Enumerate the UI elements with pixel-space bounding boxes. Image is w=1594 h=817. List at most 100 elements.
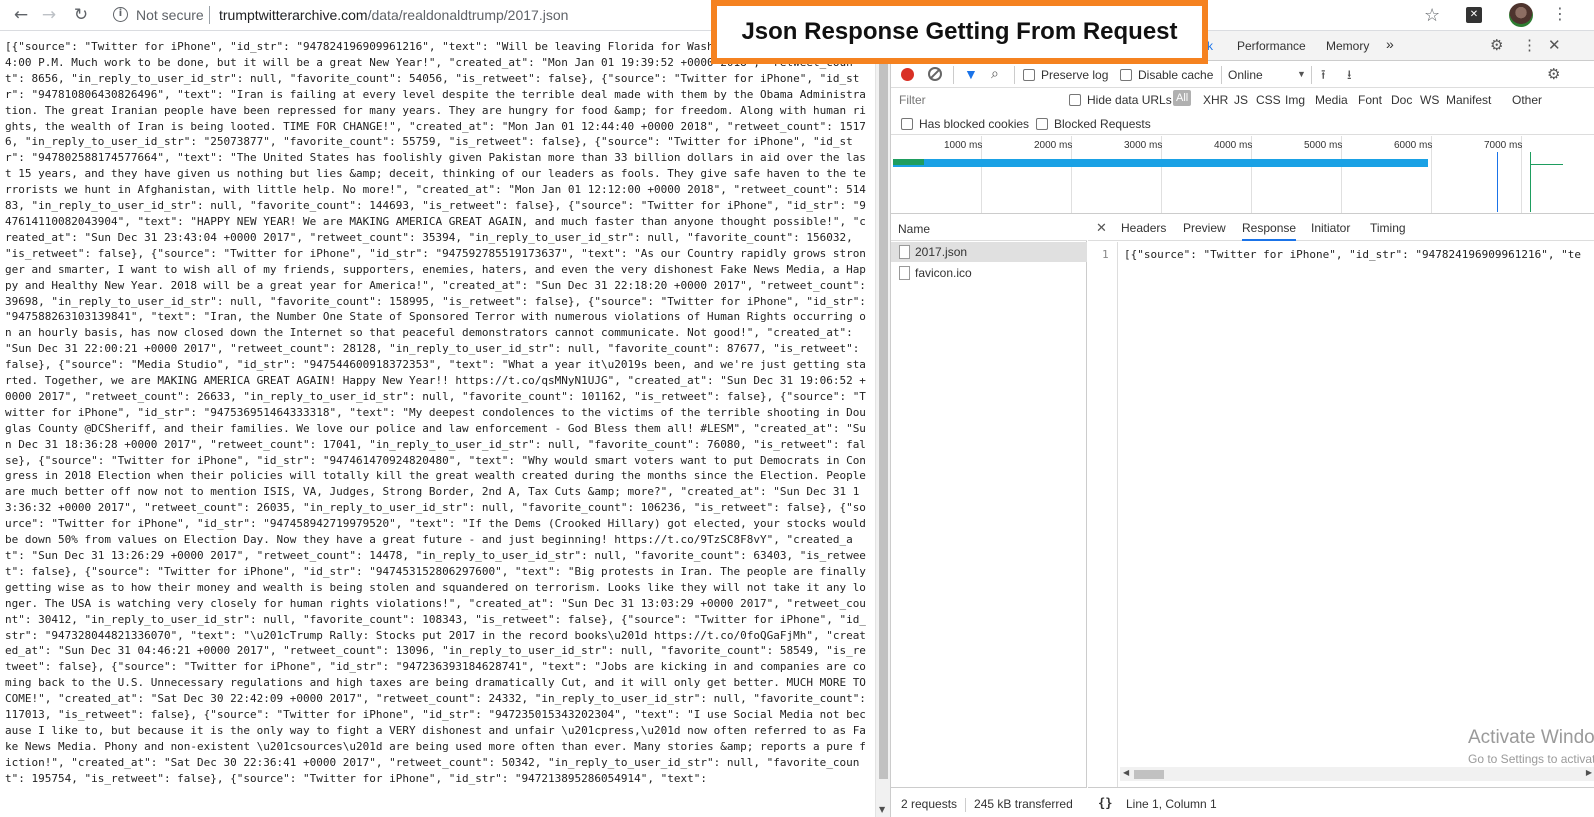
watermark-title: Activate Windows xyxy=(1468,727,1594,748)
info-icon[interactable]: i xyxy=(113,7,128,22)
line-gutter: 1 xyxy=(1088,242,1118,787)
detail-tabbar: ✕ Headers Preview Response Initiator Tim… xyxy=(1088,215,1594,241)
forward-button[interactable]: → xyxy=(38,4,60,26)
request-detail: ✕ Headers Preview Response Initiator Tim… xyxy=(1088,215,1594,787)
star-icon[interactable]: ☆ xyxy=(1424,5,1440,26)
type-filter-media[interactable]: Media xyxy=(1315,93,1348,107)
close-detail-icon[interactable]: ✕ xyxy=(1096,220,1107,236)
status-divider xyxy=(965,797,967,812)
export-har-icon[interactable]: ⭳ xyxy=(1347,66,1352,88)
request-row[interactable]: 2017.json xyxy=(891,242,1087,262)
tab-timing[interactable]: Timing xyxy=(1370,221,1406,235)
request-list: Name 2017.json favicon.ico xyxy=(891,215,1087,787)
tab-initiator[interactable]: Initiator xyxy=(1311,221,1350,235)
type-filter-font[interactable]: Font xyxy=(1358,93,1382,107)
network-settings-gear-icon[interactable]: ⚙ xyxy=(1547,65,1560,83)
extension-icon[interactable]: ✕ xyxy=(1466,7,1482,23)
toolbar-divider xyxy=(1221,66,1222,84)
timeline-label: 7000 ms xyxy=(1484,140,1523,151)
type-filter-manifest[interactable]: Manifest xyxy=(1446,93,1491,107)
windows-watermark: Activate Windows Go to Settings to activ… xyxy=(1468,727,1594,766)
preserve-log-label: Preserve log xyxy=(1041,68,1109,82)
reload-button[interactable]: ↻ xyxy=(70,4,92,26)
hide-data-urls-label: Hide data URLs xyxy=(1087,93,1172,107)
banner-text: Json Response Getting From Request xyxy=(717,6,1202,58)
tab-preview[interactable]: Preview xyxy=(1183,221,1226,235)
disable-cache-label: Disable cache xyxy=(1138,68,1214,82)
timeline-label: 1000 ms xyxy=(944,140,983,151)
avatar[interactable] xyxy=(1509,3,1533,27)
chevron-down-icon[interactable]: ▼ xyxy=(1297,69,1306,79)
scrollbar-thumb[interactable] xyxy=(1134,770,1164,779)
type-filter-xhr[interactable]: XHR xyxy=(1203,93,1228,107)
request-count: 2 requests xyxy=(901,797,958,811)
timeline-request-bar xyxy=(893,159,1428,167)
url-domain: trumptwitterarchive.com xyxy=(219,7,368,23)
timeline-label: 6000 ms xyxy=(1394,140,1433,151)
address-bar[interactable]: trumptwitterarchive.com/data/realdonaldt… xyxy=(219,7,568,23)
tab-headers[interactable]: Headers xyxy=(1121,221,1166,235)
search-icon[interactable]: ⌕ xyxy=(991,65,999,82)
annotation-banner: Json Response Getting From Request xyxy=(711,0,1208,64)
toolbar-divider xyxy=(1311,66,1312,84)
request-name: 2017.json xyxy=(915,245,968,259)
json-body: [{"source": "Twitter for iPhone", "id_st… xyxy=(5,40,866,785)
preserve-log-checkbox[interactable] xyxy=(1023,69,1035,81)
line-number: 1 xyxy=(1102,248,1109,261)
menu-icon[interactable]: ⋮ xyxy=(1552,4,1568,23)
type-filter-css[interactable]: CSS xyxy=(1256,93,1281,107)
close-devtools-icon[interactable]: ✕ xyxy=(1548,36,1561,54)
network-toolbar: ▼ ⌕ Preserve log Disable cache Online ▼ … xyxy=(891,62,1594,88)
clear-icon[interactable] xyxy=(928,67,942,81)
response-text[interactable]: [{"source": "Twitter for iPhone", "id_st… xyxy=(1124,248,1594,261)
name-column-header[interactable]: Name xyxy=(891,215,1087,241)
pretty-print-icon[interactable]: {} xyxy=(1098,796,1112,810)
blocked-filter-bar: Has blocked cookies Blocked Requests xyxy=(891,113,1594,135)
blocked-requests-label: Blocked Requests xyxy=(1054,117,1151,131)
transferred-size: 245 kB transferred xyxy=(974,797,1073,811)
back-button[interactable]: ← xyxy=(10,4,32,26)
tab-memory[interactable]: Memory xyxy=(1326,39,1369,53)
disable-cache-checkbox[interactable] xyxy=(1120,69,1132,81)
scroll-left-icon[interactable]: ◀ xyxy=(1123,768,1129,777)
import-har-icon[interactable]: ⭱ xyxy=(1321,66,1326,88)
page-scrollbar[interactable]: ▼ xyxy=(875,31,890,817)
timeline-waiting-bar xyxy=(893,159,924,165)
filter-icon[interactable]: ▼ xyxy=(964,66,978,82)
scroll-right-icon[interactable]: ▶ xyxy=(1586,768,1592,777)
type-filter-img[interactable]: Img xyxy=(1285,93,1305,107)
file-icon xyxy=(899,266,910,280)
toolbar-divider xyxy=(953,66,954,84)
request-name: favicon.ico xyxy=(915,266,972,280)
timeline-label: 2000 ms xyxy=(1034,140,1073,151)
request-row[interactable]: favicon.ico xyxy=(891,263,1087,283)
security-label[interactable]: Not secure xyxy=(136,7,204,23)
type-filter-ws[interactable]: WS xyxy=(1420,93,1439,107)
type-filter-doc[interactable]: Doc xyxy=(1391,93,1412,107)
scroll-down-icon[interactable]: ▼ xyxy=(879,805,885,814)
throttling-select[interactable]: Online xyxy=(1228,68,1263,82)
filter-bar: Hide data URLs All XHR JS CSS Img Media … xyxy=(891,89,1594,113)
settings-gear-icon[interactable]: ⚙ xyxy=(1490,36,1503,54)
has-blocked-cookies-label: Has blocked cookies xyxy=(919,117,1030,131)
type-filter-other[interactable]: Other xyxy=(1512,93,1542,107)
blocked-requests-checkbox[interactable] xyxy=(1036,118,1048,130)
horizontal-scrollbar[interactable]: ◀ ▶ xyxy=(1120,767,1594,781)
file-icon xyxy=(899,245,910,259)
tab-response[interactable]: Response xyxy=(1242,221,1297,241)
network-timeline[interactable]: 1000 ms 2000 ms 3000 ms 4000 ms 5000 ms … xyxy=(891,136,1594,214)
scrollbar-thumb[interactable] xyxy=(879,39,888,779)
type-filter-all[interactable]: All xyxy=(1173,90,1192,106)
dom-content-loaded-marker xyxy=(1497,152,1498,212)
url-path: /data/realdonaldtrump/2017.json xyxy=(367,7,569,23)
devtools-menu-icon[interactable]: ⋮ xyxy=(1522,36,1537,54)
more-tabs-icon[interactable]: » xyxy=(1386,36,1394,52)
editor-status: {} Line 1, Column 1 xyxy=(1088,787,1594,817)
tab-performance[interactable]: Performance xyxy=(1237,39,1306,53)
filter-input[interactable] xyxy=(895,91,1057,109)
load-marker xyxy=(1530,152,1531,212)
has-blocked-cookies-checkbox[interactable] xyxy=(901,118,913,130)
record-icon[interactable] xyxy=(901,68,914,81)
type-filter-js[interactable]: JS xyxy=(1234,93,1248,107)
hide-data-urls-checkbox[interactable] xyxy=(1069,94,1081,106)
